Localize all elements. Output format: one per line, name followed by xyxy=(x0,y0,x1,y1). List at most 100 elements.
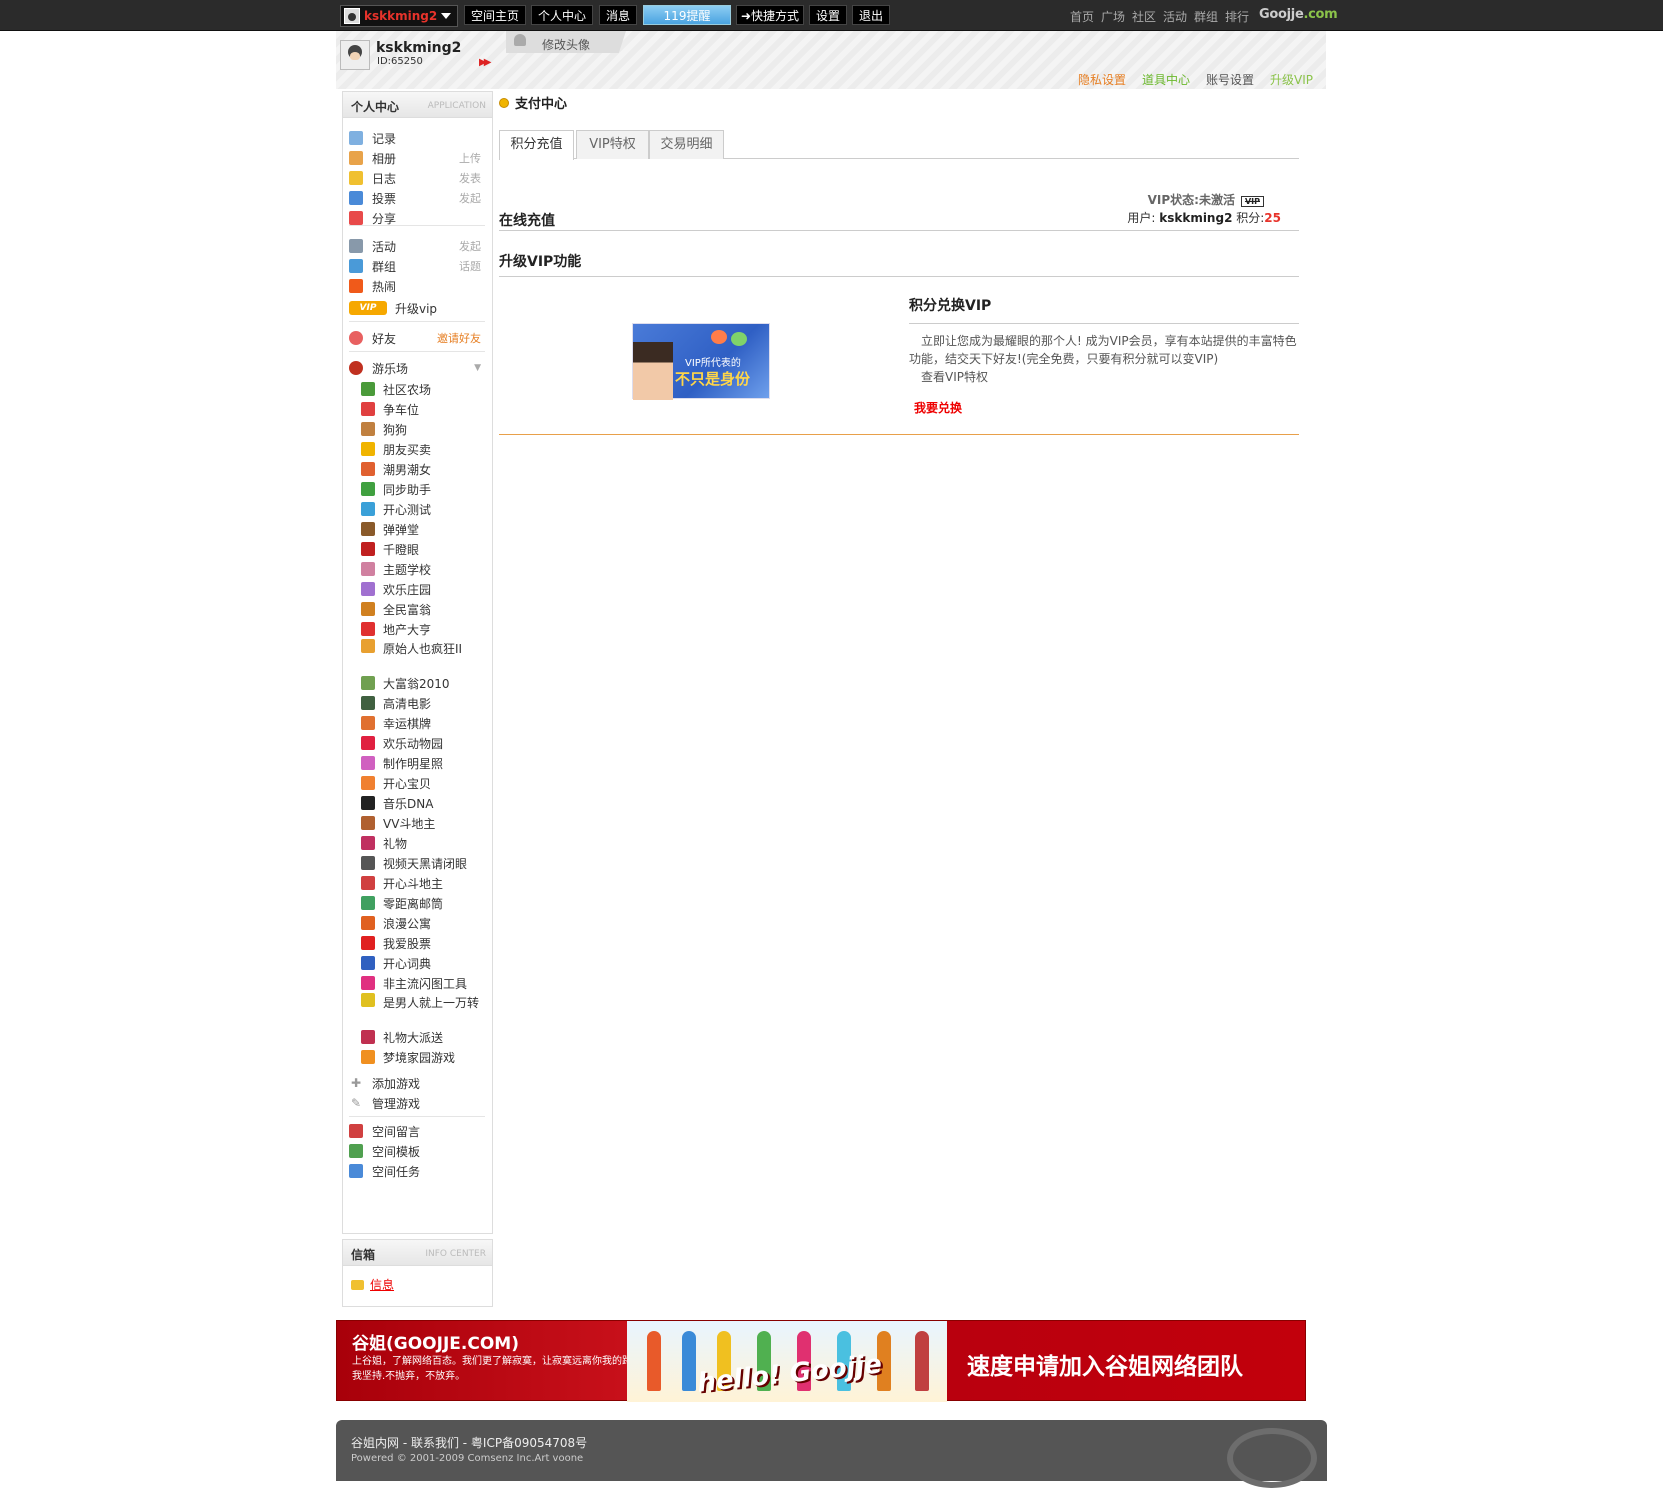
game-item[interactable]: 视频天黑请闭眼 xyxy=(361,853,487,873)
game-item[interactable]: 同步助手 xyxy=(361,479,487,499)
sidebar-item-playground[interactable]: 游乐场 ▼ xyxy=(349,358,485,378)
game-item[interactable]: 地产大亨 xyxy=(361,619,487,639)
nav-messages[interactable]: 消息 xyxy=(599,5,637,25)
game-item[interactable]: 主题学校 xyxy=(361,559,487,579)
collapse-chevron-icon[interactable]: ▼ xyxy=(474,363,481,373)
view-vip-link[interactable]: 查看VIP特权 xyxy=(921,370,988,384)
exchange-button[interactable]: 我要兑换 xyxy=(914,399,1299,416)
game-item[interactable]: 千瞪眼 xyxy=(361,539,487,559)
upgrade-vip-link[interactable]: 升级VIP xyxy=(1270,71,1313,88)
sidebar-space-item[interactable]: 空间留言 xyxy=(349,1121,485,1141)
sidebar-item-label: 日志 xyxy=(372,171,397,186)
sidebar-space-item[interactable]: 空间任务 xyxy=(349,1161,485,1181)
sidebar-item-action[interactable]: 发表 xyxy=(459,170,481,186)
game-item[interactable]: 狗狗 xyxy=(361,419,487,439)
recruit-banner[interactable]: 谷姐(GOOJJE.COM) 上谷姐，了解网络百态。我们更了解寂寞，让寂寞远离你… xyxy=(336,1320,1306,1402)
edit-avatar-tab[interactable]: 修改头像 xyxy=(506,31,626,53)
sidebar-item-1[interactable]: 相册 上传 xyxy=(349,148,485,168)
tab-points-recharge[interactable]: 积分充值 xyxy=(499,130,574,160)
sidebar-item-action[interactable]: 话题 xyxy=(459,258,481,274)
game-label: 狗狗 xyxy=(383,422,408,437)
sidebar-item-friends[interactable]: 好友 邀请好友 xyxy=(349,328,485,348)
game-item[interactable]: 是男人就上一万转 xyxy=(361,993,487,1025)
banner-desc: 上谷姐，了解网络百态。我们更了解寂寞，让寂寞远离你我的路，我坚持.不抛弃，不放弃… xyxy=(352,1356,642,1382)
game-item[interactable]: 浪漫公寓 xyxy=(361,913,487,933)
user-menu-dropdown[interactable]: kskkming2 xyxy=(340,5,458,27)
game-item[interactable]: 开心词典 xyxy=(361,953,487,973)
nav-personal-center[interactable]: 个人中心 xyxy=(531,5,593,25)
nav-reminders[interactable]: 119提醒 xyxy=(643,5,731,25)
game-item[interactable]: 我爱股票 xyxy=(361,933,487,953)
footer-links[interactable]: 谷姐内网 - 联系我们 - 粤ICP备09054708号 xyxy=(351,1434,587,1451)
sidebar-item-6[interactable]: 群组 话题 xyxy=(349,256,485,276)
game-item[interactable]: 全民富翁 xyxy=(361,599,487,619)
link-plaza[interactable]: 广场 xyxy=(1101,8,1125,25)
game-item[interactable]: 开心宝贝 xyxy=(361,773,487,793)
link-groups[interactable]: 群组 xyxy=(1194,8,1218,25)
game-item[interactable]: 潮男潮女 xyxy=(361,459,487,479)
game-item[interactable]: 开心测试 xyxy=(361,499,487,519)
sidebar-item-5[interactable]: 活动 发起 xyxy=(349,236,485,256)
brand-logo[interactable]: Goojje.com xyxy=(1259,7,1338,22)
heart-icon xyxy=(731,332,747,346)
nav-logout[interactable]: 退出 xyxy=(852,5,890,25)
privacy-settings-link[interactable]: 隐私设置 xyxy=(1078,71,1126,88)
game-item[interactable]: 欢乐庄园 xyxy=(361,579,487,599)
playground-icon xyxy=(349,361,363,375)
sidebar-item-action[interactable]: 发起 xyxy=(459,238,481,254)
link-events[interactable]: 活动 xyxy=(1163,8,1187,25)
game-item[interactable]: 争车位 xyxy=(361,399,487,419)
sidebar-item-0[interactable]: 记录 xyxy=(349,128,485,148)
game-item[interactable]: 弹弹堂 xyxy=(361,519,487,539)
game-item[interactable]: 梦境家园游戏 xyxy=(361,1047,487,1067)
game-icon xyxy=(361,602,375,616)
sidebar-item-action[interactable]: 上传 xyxy=(459,150,481,166)
sidebar-item-3[interactable]: 投票 发起 xyxy=(349,188,485,208)
mailbox-link[interactable]: 信息 xyxy=(370,1276,394,1293)
tab-transactions[interactable]: 交易明细 xyxy=(649,130,724,159)
invite-friends-link[interactable]: 邀请好友 xyxy=(437,330,481,346)
sidebar-item-action[interactable]: 发起 xyxy=(459,190,481,206)
game-item[interactable]: 礼物 xyxy=(361,833,487,853)
game-item[interactable]: 幸运棋牌 xyxy=(361,713,487,733)
sidebar-item-7[interactable]: 热闹 xyxy=(349,276,485,296)
profile-links: 隐私设置 道具中心 账号设置 升级VIP xyxy=(1078,71,1313,88)
game-icon xyxy=(361,756,375,770)
nav-settings[interactable]: 设置 xyxy=(809,5,847,25)
fire-icon xyxy=(349,279,363,293)
game-item[interactable]: 制作明星照 xyxy=(361,753,487,773)
link-home[interactable]: 首页 xyxy=(1070,8,1094,25)
game-label: 大富翁2010 xyxy=(383,676,450,691)
game-item[interactable]: 社区农场 xyxy=(361,379,487,399)
props-center-link[interactable]: 道具中心 xyxy=(1142,71,1190,88)
nav-space-home[interactable]: 空间主页 xyxy=(464,5,526,25)
game-item[interactable]: 非主流闪图工具 xyxy=(361,973,487,993)
game-item[interactable]: 原始人也疯狂II xyxy=(361,639,487,671)
account-settings-link[interactable]: 账号设置 xyxy=(1206,71,1254,88)
avatar[interactable] xyxy=(340,40,370,70)
link-ranking[interactable]: 排行 xyxy=(1225,8,1249,25)
game-item[interactable]: 开心斗地主 xyxy=(361,873,487,893)
game-item[interactable]: 音乐DNA xyxy=(361,793,487,813)
game-item[interactable]: 零距离邮筒 xyxy=(361,893,487,913)
sidebar-space-item[interactable]: 空间模板 xyxy=(349,1141,485,1161)
game-item[interactable]: 高清电影 xyxy=(361,693,487,713)
game-item[interactable]: 礼物大派送 xyxy=(361,1027,487,1047)
sidebar-item-upgrade-vip[interactable]: VIP 升级vip xyxy=(349,298,485,318)
link-community[interactable]: 社区 xyxy=(1132,8,1156,25)
game-item[interactable]: VV斗地主 xyxy=(361,813,487,833)
game-item[interactable]: 欢乐动物园 xyxy=(361,733,487,753)
game-item[interactable]: 大富翁2010 xyxy=(361,673,487,693)
sidebar-item-label: 分享 xyxy=(372,211,397,226)
game-item[interactable]: 朋友买卖 xyxy=(361,439,487,459)
mailbox-item[interactable]: 信息 xyxy=(351,1276,394,1293)
tab-vip-privileges[interactable]: VIP特权 xyxy=(576,130,649,159)
sidebar-item-2[interactable]: 日志 发表 xyxy=(349,168,485,188)
vip-promo-banner[interactable]: VIP所代表的 不只是身份 xyxy=(632,323,770,400)
manage-game-link[interactable]: ✎ 管理游戏 xyxy=(349,1093,485,1113)
add-game-link[interactable]: ✚ 添加游戏 xyxy=(349,1073,485,1093)
double-arrow-icon[interactable]: ▶▶ xyxy=(479,57,492,68)
game-icon xyxy=(361,836,375,850)
nav-shortcuts[interactable]: ➜快捷方式 xyxy=(736,5,804,25)
sidebar-item-label: 空间模板 xyxy=(372,1144,421,1159)
